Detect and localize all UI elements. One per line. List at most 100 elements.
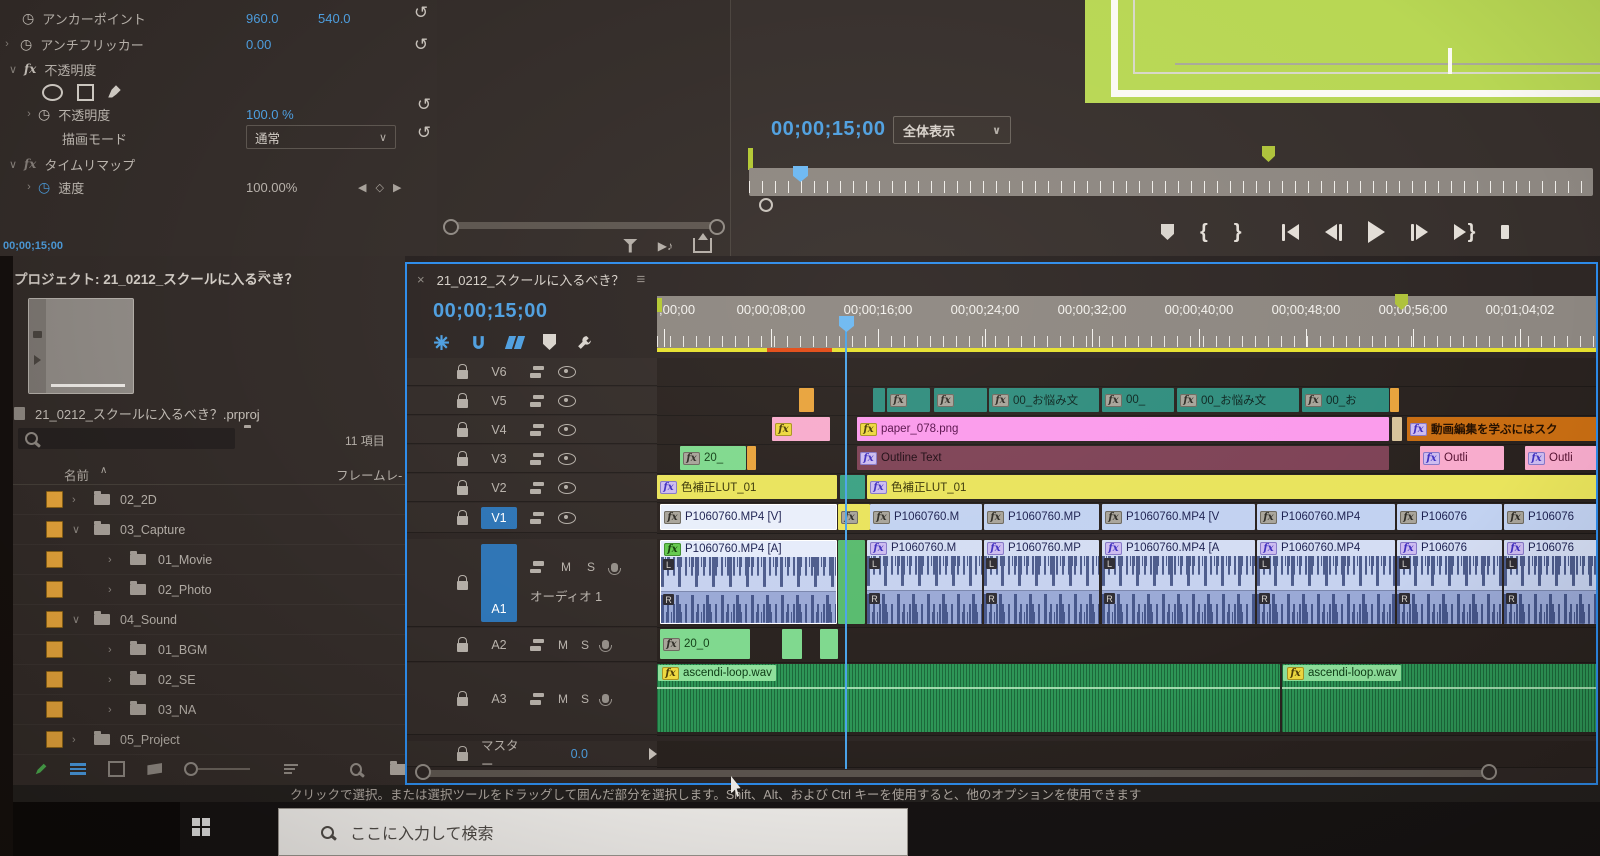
next-keyframe-icon[interactable]: ▶ (393, 181, 401, 194)
timeline-clip[interactable]: fxP106076LR (1397, 540, 1502, 624)
timeline-clip[interactable]: fx色補正LUT_01 (867, 475, 1598, 499)
program-scrubber[interactable] (749, 168, 1593, 196)
timeline-clip[interactable]: fxpaper_078.png (857, 417, 1389, 441)
mark-out-button[interactable]: } (1234, 221, 1242, 244)
color-label-chip[interactable] (46, 491, 63, 508)
track-lane-V5[interactable]: fxfxfx00_お悩み文fx00_fx00_お悩み文fx00_お (657, 387, 1596, 416)
blend-mode-dropdown[interactable]: 通常 ∨ (246, 125, 396, 149)
filter-icon[interactable] (623, 239, 638, 253)
windows-start-button[interactable] (192, 818, 210, 836)
project-panel-title[interactable]: プロジェクト: 21_0212_スクールに入るべき？ (14, 268, 298, 288)
source-track-indicator[interactable]: V6 (481, 361, 517, 383)
project-tree-item-04_Sound[interactable]: ∨04_Sound (0, 605, 405, 635)
program-timecode[interactable]: 00;00;15;00 (771, 118, 885, 141)
track-lane-A2[interactable]: fx20_0 (657, 628, 1596, 663)
add-marker-button[interactable] (1161, 224, 1174, 240)
track-patch-icon[interactable] (530, 453, 545, 465)
track-lock-icon[interactable] (457, 370, 468, 379)
source-track-indicator[interactable]: A2 (481, 634, 517, 656)
timeline-clip[interactable]: fxascendi-loop.wav (657, 664, 1280, 732)
solo-button[interactable]: S (587, 560, 595, 574)
anchor-x-value[interactable]: 960.0 (246, 11, 279, 26)
pen-mask-icon[interactable] (106, 84, 122, 100)
taskbar-search-input[interactable]: ここに入力して検索 (278, 808, 908, 856)
timeline-clip[interactable] (838, 540, 865, 624)
toggle-track-output-icon[interactable] (558, 395, 576, 407)
list-view-icon[interactable] (70, 763, 86, 775)
track-header-V4[interactable]: V4 (407, 416, 657, 444)
framerate-column-header[interactable]: フレームレ- (336, 465, 402, 484)
timeline-clip[interactable] (799, 388, 814, 412)
track-lane-A1[interactable]: fxP1060760.MP4 [A]LRfxP1060760.MLRfxP106… (657, 539, 1596, 628)
timeline-clip[interactable]: fxP1060760.MLR (867, 540, 982, 624)
twirl-down-icon[interactable]: ∨ (6, 63, 20, 76)
track-lock-icon[interactable] (457, 697, 468, 706)
stopwatch-icon[interactable]: ◷ (22, 11, 34, 25)
track-patch-icon[interactable] (530, 512, 545, 524)
track-header-A1[interactable]: A1MSオーディオ 1 (407, 539, 657, 627)
export-frame-button[interactable] (1501, 225, 1509, 239)
source-track-indicator[interactable]: V1 (481, 507, 517, 529)
track-header-V5[interactable]: V5 (407, 387, 657, 415)
source-track-indicator[interactable]: V5 (481, 390, 517, 412)
color-label-chip[interactable] (46, 551, 63, 568)
toggle-track-output-icon[interactable] (558, 366, 576, 378)
mark-in-button[interactable]: { (1200, 221, 1208, 244)
rect-mask-icon[interactable] (77, 84, 94, 101)
timeline-clip[interactable]: fxP106076 (1397, 504, 1502, 530)
track-lock-icon[interactable] (457, 752, 468, 761)
twirl-icon[interactable]: › (0, 38, 14, 50)
timeline-clip[interactable]: fxP1060760.MP (984, 504, 1099, 530)
timeline-clip[interactable]: fx色補正LUT_01 (657, 475, 837, 499)
timeline-clip[interactable] (1392, 417, 1402, 441)
track-header-master[interactable]: マスター0.0 (407, 741, 657, 767)
timeline-clip[interactable] (873, 388, 885, 412)
twirl-icon[interactable]: › (108, 704, 112, 716)
timeline-clip[interactable]: fxOutline Text (857, 446, 1389, 470)
source-track-indicator[interactable]: V4 (481, 419, 517, 441)
twirl-down-icon[interactable]: ∨ (6, 158, 20, 171)
voiceover-record-icon[interactable] (602, 694, 609, 703)
project-file-row[interactable]: 21_0212_スクールに入るべき？.prproj (14, 404, 260, 423)
play-button[interactable] (1368, 221, 1385, 243)
track-lock-icon[interactable] (457, 399, 468, 408)
solo-button[interactable]: S (581, 638, 589, 652)
zoom-level-dropdown[interactable]: 全体表示 ∨ (893, 116, 1011, 144)
color-label-chip[interactable] (46, 701, 63, 718)
timeline-clip[interactable] (782, 629, 802, 659)
track-header-V3[interactable]: V3 (407, 445, 657, 473)
mute-button[interactable]: M (558, 638, 568, 652)
track-lane-master[interactable] (657, 741, 1596, 768)
track-lane-V2[interactable]: fx色補正LUT_01 fx色補正LUT_01 (657, 474, 1596, 503)
timeline-clip[interactable]: fx20_ (680, 446, 746, 470)
twirl-icon[interactable]: › (108, 674, 112, 686)
solo-button[interactable]: S (581, 692, 589, 706)
source-track-indicator[interactable]: A3 (481, 688, 517, 710)
scrollbar-knob[interactable] (709, 219, 725, 235)
timeline-playhead-line[interactable] (845, 324, 847, 769)
track-patch-icon[interactable] (530, 366, 545, 378)
twirl-icon[interactable]: › (72, 494, 76, 506)
toggle-track-output-icon[interactable] (558, 453, 576, 465)
toggle-track-output-icon[interactable] (558, 424, 576, 436)
timeline-clip[interactable]: fxP1060760.MPLR (984, 540, 1099, 624)
stopwatch-icon[interactable]: ◷ (38, 107, 50, 121)
track-patch-icon[interactable] (530, 395, 545, 407)
track-lock-icon[interactable] (457, 428, 468, 437)
goto-in-button[interactable] (1282, 224, 1299, 241)
volume-rubber-band[interactable] (1282, 687, 1598, 689)
writable-pencil-icon[interactable] (34, 761, 48, 777)
color-label-chip[interactable] (46, 521, 63, 538)
timeline-clip[interactable] (1390, 388, 1399, 412)
track-lock-icon[interactable] (457, 457, 468, 466)
color-label-chip[interactable] (46, 641, 63, 658)
goto-out-button[interactable]: } (1454, 221, 1476, 244)
timeline-clip[interactable]: fx (934, 388, 987, 412)
mute-button[interactable]: M (558, 692, 568, 706)
timeline-clip[interactable] (820, 629, 838, 659)
opacity-value[interactable]: 100.0 % (246, 107, 294, 122)
track-lane-A3[interactable]: fxascendi-loop.wavfxascendi-loop.wav (657, 663, 1596, 736)
timeline-clip[interactable]: fx (772, 417, 830, 441)
reset-icon[interactable]: ↺ (414, 36, 428, 53)
voiceover-record-icon[interactable] (611, 563, 618, 572)
